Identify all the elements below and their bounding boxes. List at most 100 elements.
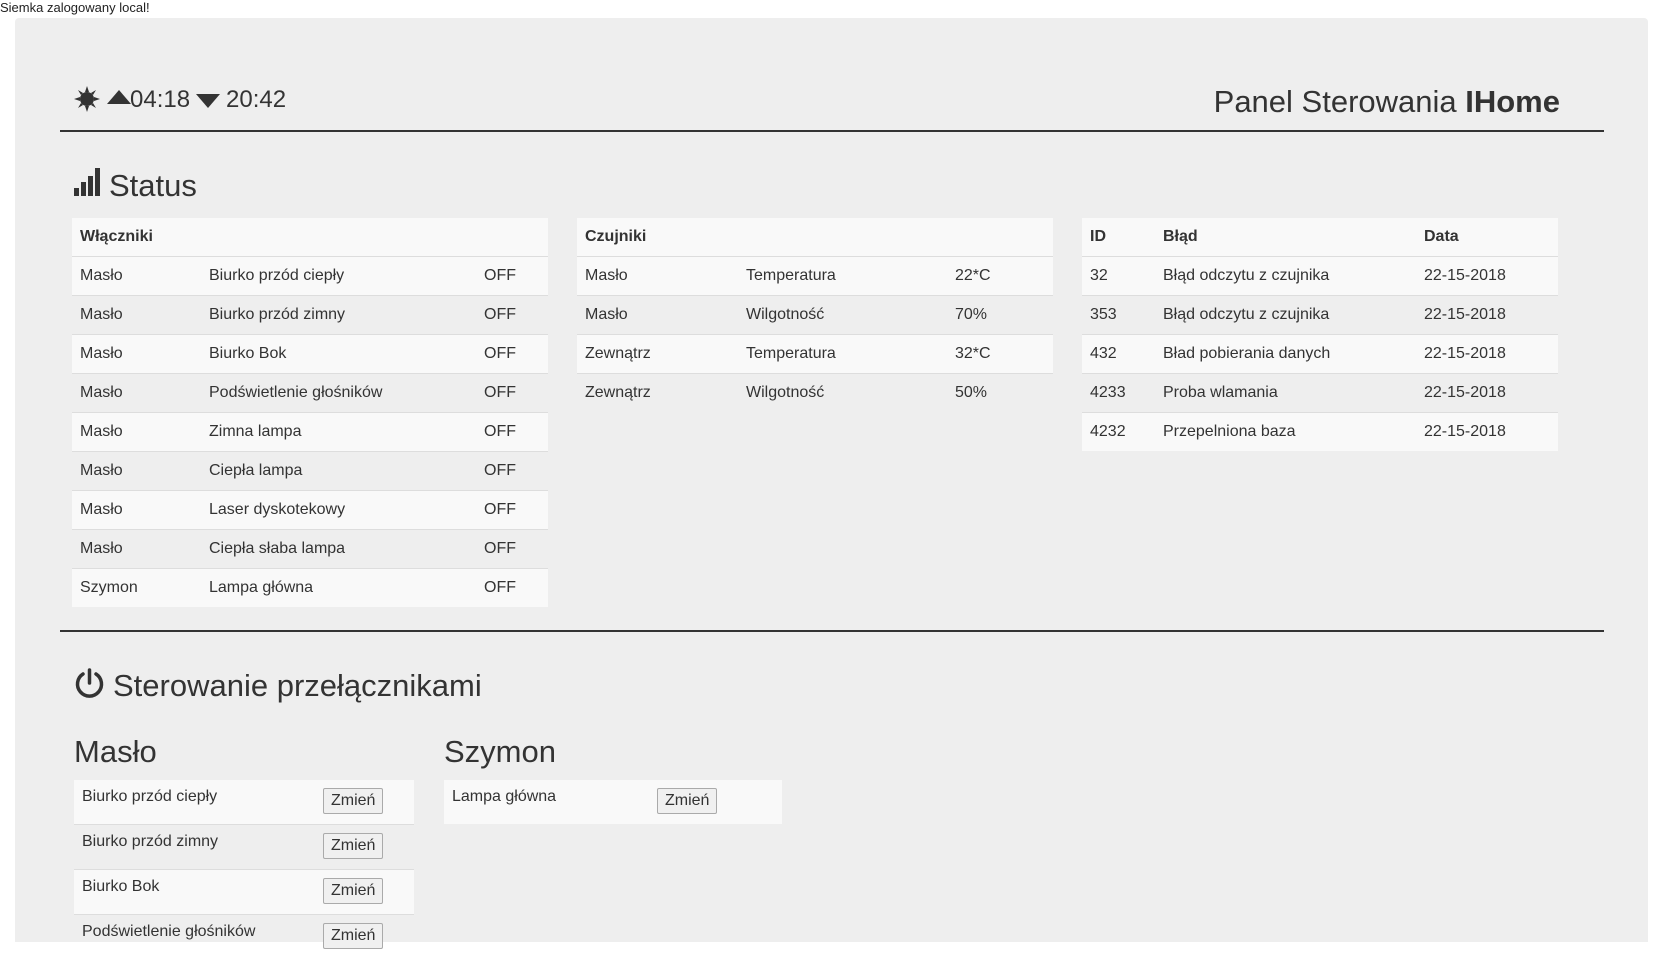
table-row: Masło Ciepła słaba lampa OFF [72, 529, 548, 569]
page-title: Panel Sterowania IHome [1214, 84, 1560, 120]
sensors-table: Czujniki Masło Temperatura 22*C Masło Wilgo… [577, 218, 1053, 412]
list-item: Biurko przód ciepły Zmień [74, 780, 414, 824]
sensors-header: Czujniki [577, 218, 1053, 257]
error-id: 353 [1082, 295, 1155, 335]
table-row: Masło Temperatura 22*C [577, 256, 1053, 296]
error-message: Bład pobierania danych [1155, 334, 1416, 374]
sunset-time: 20:42 [226, 86, 287, 113]
table-row: 353 Błąd odczytu z czujnika 22-15-2018 [1082, 295, 1558, 335]
switch-name: Biurko przód ciepły [201, 256, 476, 296]
error-date: 22-15-2018 [1416, 334, 1558, 374]
sensor-location: Masło [577, 295, 738, 335]
table-row: Masło Biurko przód zimny OFF [72, 295, 548, 335]
table-row: 432 Bład pobierania danych 22-15-2018 [1082, 334, 1558, 374]
error-date: 22-15-2018 [1416, 373, 1558, 413]
switch-state: OFF [476, 412, 548, 452]
switch-owner: Masło [72, 334, 201, 374]
sensor-value: 70% [947, 295, 1053, 335]
sensor-value: 22*C [947, 256, 1053, 296]
table-row: Masło Wilgotność 70% [577, 295, 1053, 335]
sunrise-arrow-icon [107, 90, 131, 104]
title-prefix: Panel Sterowania [1213, 84, 1466, 119]
error-date: 22-15-2018 [1416, 256, 1558, 296]
sunrise-time: 04:18 [130, 86, 191, 113]
error-id: 4232 [1082, 412, 1155, 451]
change-button[interactable]: Zmień [657, 788, 718, 814]
switches-table: Włączniki Masło Biurko przód ciepły OFF Ma… [72, 218, 548, 607]
switch-name: Lampa główna [201, 568, 476, 607]
errors-col-id: ID [1082, 218, 1155, 257]
table-row: Masło Podświetlenie głośników OFF [72, 373, 548, 413]
change-button[interactable]: Zmień [323, 923, 384, 949]
switch-state: OFF [476, 529, 548, 569]
error-message: Błąd odczytu z czujnika [1155, 256, 1416, 296]
sunset-arrow-icon [196, 94, 220, 108]
table-row: Masło Laser dyskotekowy OFF [72, 490, 548, 530]
control-list-maslo: Biurko przód ciepły Zmień Biurko przód z… [74, 780, 414, 959]
group-title-szymon: Szymon [444, 734, 556, 769]
list-item: Podświetlenie głośników Zmień [74, 914, 414, 959]
table-row: Masło Biurko Bok OFF [72, 334, 548, 374]
table-row: Masło Ciepła lampa OFF [72, 451, 548, 491]
switch-state: OFF [476, 295, 548, 335]
switch-name: Biurko Bok [201, 334, 476, 374]
control-list-szymon: Lampa główna Zmień [444, 780, 782, 824]
control-title: Sterowanie przełącznikami [113, 668, 482, 703]
power-icon [75, 668, 104, 698]
table-row: Masło Zimna lampa OFF [72, 412, 548, 452]
list-item: Biurko Bok Zmień [74, 869, 414, 914]
error-date: 22-15-2018 [1416, 412, 1558, 451]
switch-state: OFF [476, 373, 548, 413]
sun-icon [74, 86, 100, 112]
switch-state: OFF [476, 256, 548, 296]
error-id: 4233 [1082, 373, 1155, 413]
switch-owner: Masło [72, 256, 201, 296]
switch-name: Ciepła lampa [201, 451, 476, 491]
sensor-value: 32*C [947, 334, 1053, 374]
switch-owner: Masło [72, 373, 201, 413]
switch-owner: Masło [72, 529, 201, 569]
switch-owner: Szymon [72, 568, 201, 607]
switch-name: Laser dyskotekowy [201, 490, 476, 530]
table-row: 32 Błąd odczytu z czujnika 22-15-2018 [1082, 256, 1558, 296]
section-divider [60, 630, 1604, 632]
sensor-type: Wilgotność [738, 373, 947, 412]
error-message: Błąd odczytu z czujnika [1155, 295, 1416, 335]
error-date: 22-15-2018 [1416, 295, 1558, 335]
switch-name: Biurko przód zimny [201, 295, 476, 335]
table-row: Szymon Lampa główna OFF [72, 568, 548, 607]
errors-col-date: Data [1416, 218, 1558, 257]
title-brand: IHome [1465, 84, 1560, 119]
errors-col-error: Błąd [1155, 218, 1416, 257]
switch-label: Podświetlenie głośników [82, 923, 256, 940]
switches-header: Włączniki [72, 218, 548, 257]
table-row: Zewnątrz Wilgotność 50% [577, 373, 1053, 412]
change-button[interactable]: Zmień [323, 878, 384, 904]
switch-owner: Masło [72, 490, 201, 530]
sensor-location: Masło [577, 256, 738, 296]
switch-name: Zimna lampa [201, 412, 476, 452]
switch-name: Podświetlenie głośników [201, 373, 476, 413]
error-id: 32 [1082, 256, 1155, 296]
change-button[interactable]: Zmień [323, 833, 384, 859]
page-header: 04:18 20:42 Panel Sterowania IHome [60, 80, 1604, 132]
change-button[interactable]: Zmień [323, 788, 384, 814]
status-title: Status [109, 168, 197, 203]
switch-state: OFF [476, 451, 548, 491]
table-row: 4233 Proba wlamania 22-15-2018 [1082, 373, 1558, 413]
sensor-location: Zewnątrz [577, 334, 738, 374]
error-id: 432 [1082, 334, 1155, 374]
list-item: Biurko przód zimny Zmień [74, 824, 414, 869]
signal-icon [74, 168, 100, 196]
login-message: Siemka zalogowany local! [0, 0, 150, 15]
switch-label: Biurko Bok [82, 878, 160, 895]
table-row: 4232 Przepelniona baza 22-15-2018 [1082, 412, 1558, 451]
switch-state: OFF [476, 568, 548, 607]
error-message: Proba wlamania [1155, 373, 1416, 413]
switch-owner: Masło [72, 412, 201, 452]
switch-label: Biurko przód ciepły [82, 788, 218, 805]
errors-table: ID Błąd Data 32 Błąd odczytu z czujnika 22… [1082, 218, 1558, 451]
sensor-type: Temperatura [738, 334, 947, 374]
switch-label: Biurko przód zimny [82, 833, 219, 850]
switch-label: Lampa główna [452, 788, 557, 805]
